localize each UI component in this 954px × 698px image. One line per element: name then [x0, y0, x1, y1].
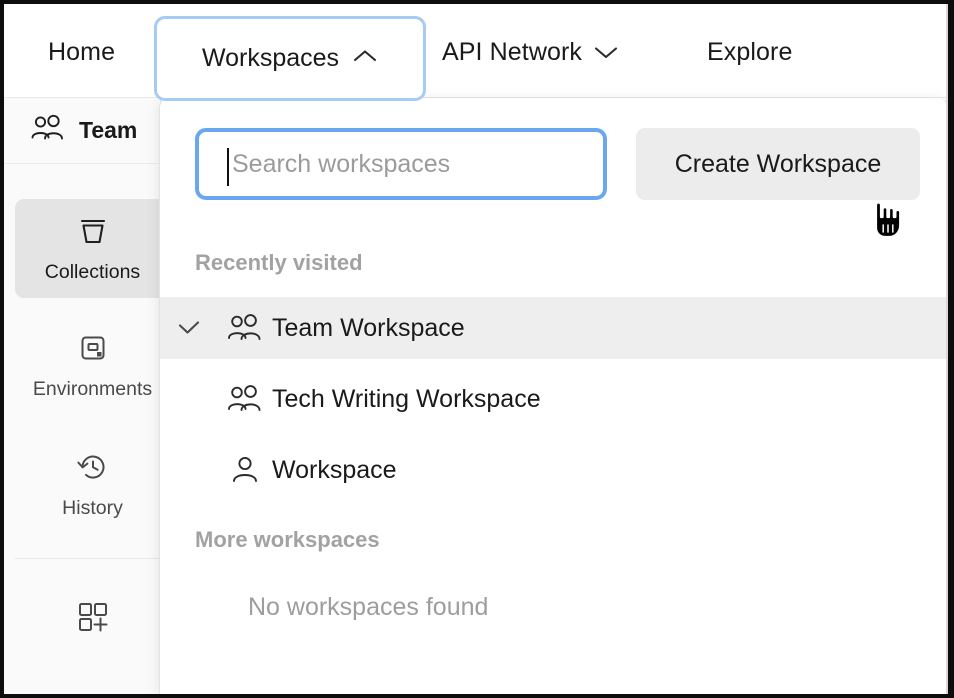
chevron-up-icon	[352, 48, 378, 69]
nav-api-network-label: API Network	[442, 38, 583, 66]
application-canvas: Home Workspaces API Network Explore Team…	[4, 4, 948, 694]
sidebar-team-label: Team	[79, 117, 138, 143]
search-workspaces-input[interactable]	[199, 149, 603, 179]
new-grid-plus-icon	[74, 598, 112, 639]
empty-state-message: No workspaces found	[248, 593, 489, 621]
sidebar-environments-label: Environments	[32, 377, 153, 400]
sidebar-new-button[interactable]	[15, 578, 170, 658]
workspace-name-label: Tech Writing Workspace	[272, 384, 541, 413]
people-icon	[30, 114, 66, 147]
history-icon	[75, 450, 111, 489]
nav-item-api-network[interactable]: API Network	[442, 38, 619, 67]
collection-icon	[75, 214, 111, 253]
sidebar-history-label: History	[62, 496, 123, 519]
application-window: Home Workspaces API Network Explore Team…	[0, 0, 954, 698]
nav-explore-label: Explore	[707, 38, 793, 66]
workspace-row-team-workspace[interactable]: Team Workspace	[160, 297, 947, 359]
nav-item-explore[interactable]: Explore	[707, 38, 792, 67]
top-navigation-bar: Home Workspaces API Network Explore	[4, 4, 948, 101]
right-edge-rail	[946, 4, 948, 694]
nav-workspaces-label: Workspaces	[201, 44, 340, 72]
nav-home-label: Home	[48, 38, 116, 66]
search-input-wrapper[interactable]	[195, 128, 607, 200]
sidebar-collections-label: Collections	[44, 260, 141, 283]
environment-icon	[75, 331, 111, 370]
people-icon	[218, 384, 272, 414]
section-title-recently-visited: Recently visited	[195, 250, 363, 275]
panel-search-row: Create Workspace	[160, 122, 947, 206]
sidebar-item-environments[interactable]: Environments	[15, 316, 170, 415]
sidebar-item-history[interactable]: History	[15, 435, 170, 534]
text-caret	[227, 148, 229, 186]
workspaces-dropdown-panel: Create Workspace Recently visited	[159, 98, 948, 694]
sidebar-divider	[15, 558, 161, 559]
workspace-row-tech-writing-workspace[interactable]: Tech Writing Workspace	[160, 368, 947, 430]
nav-item-workspaces[interactable]: Workspaces	[154, 16, 426, 101]
check-icon	[160, 319, 218, 337]
workspace-name-label: Workspace	[272, 455, 397, 484]
sidebar-item-collections[interactable]: Collections	[15, 199, 170, 298]
nav-item-home[interactable]: Home	[48, 38, 115, 67]
workspace-row-workspace[interactable]: Workspace	[160, 439, 947, 501]
left-sidebar: Team Collections Environments History	[4, 98, 170, 694]
section-title-more-workspaces: More workspaces	[195, 527, 380, 552]
sidebar-team-header[interactable]: Team	[4, 98, 160, 164]
create-workspace-button[interactable]: Create Workspace	[636, 128, 920, 200]
chevron-down-icon	[593, 38, 619, 67]
people-icon	[218, 313, 272, 343]
workspace-name-label: Team Workspace	[272, 313, 465, 342]
person-icon	[218, 455, 272, 485]
